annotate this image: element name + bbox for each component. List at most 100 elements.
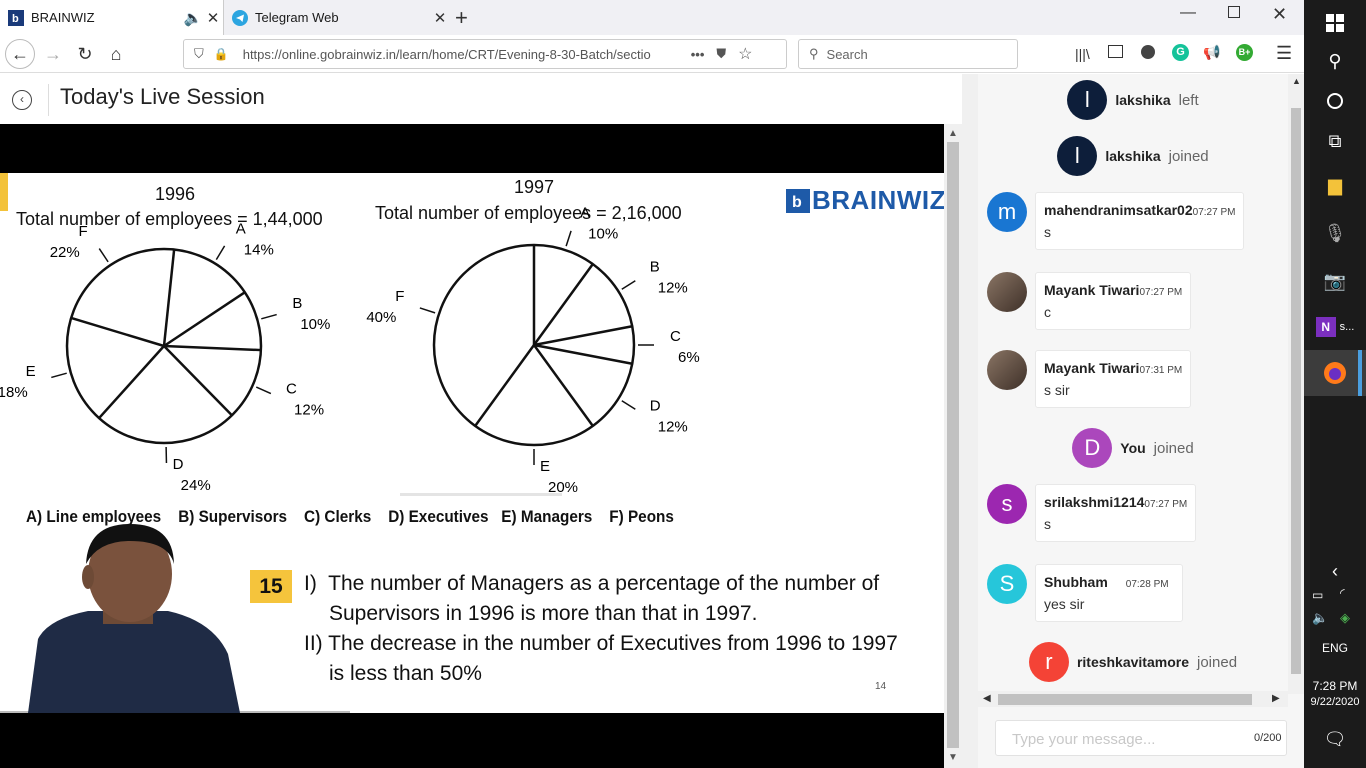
pie-1996-label-E: E [26,363,36,380]
onenote-taskbar-button[interactable]: N s... [1304,304,1366,350]
chat-scroll-right-icon[interactable]: ▶ [1272,693,1280,704]
chat-system-entry: D You joined [978,428,1288,468]
chat-panel: l lakshika left l lakshika joined m mahendranim… [978,74,1304,768]
statement-1-cont: Supervisors in 1996 is more than that in… [329,602,758,625]
sidebar-icon[interactable] [1108,45,1123,58]
chat-message-bubble: Shubham 07:28 PM yes sir [1035,564,1183,622]
close-tab-icon[interactable]: ✕ [203,9,223,27]
speaker-icon[interactable]: 🔈 [183,9,203,27]
bookmark-star-icon[interactable]: ☆ [738,44,752,64]
brainwiz-favicon-icon: b [8,9,24,26]
avatar: s [987,484,1027,524]
pie-1996-leader-F [98,248,109,263]
chat-scroll-thumb[interactable] [1291,108,1301,674]
lock-icon[interactable]: 🔒 [214,47,229,61]
presenter-figure [28,524,240,713]
network-icon[interactable]: ◈ [1340,610,1350,626]
back-circle-icon[interactable]: ‹ [12,90,32,110]
pie-1996-label-C: C [286,381,297,398]
video-player[interactable]: b BRAINWIZ 1996 Total number of employee… [0,124,944,768]
pie-1997-value-F: 40% [366,309,396,326]
onenote-icon: N [1315,317,1336,337]
pie-1997-value-D: 12% [658,419,688,436]
language-indicator[interactable]: ENG [1304,641,1366,655]
chat-divider [962,74,978,768]
clock-date[interactable]: 9/22/2020 [1304,696,1366,708]
question-number: 15 [250,570,292,603]
file-explorer-icon[interactable]: ▆ [1304,162,1366,208]
chat-scroll-up-icon[interactable]: ▲ [1292,76,1301,86]
account-icon[interactable] [1141,45,1155,59]
chat-message-bubble: Mayank Tiwari 07:27 PM c [1035,272,1192,330]
chat-user-name: You [1120,440,1146,456]
chat-scroll-left-icon[interactable]: ◀ [983,693,991,704]
chat-scrollbar[interactable]: ▲ [1288,74,1304,694]
task-view-icon[interactable]: ⧉ [1304,118,1366,164]
minimize-icon[interactable]: — [1180,4,1196,22]
megaphone-icon[interactable]: 📢 [1203,44,1220,61]
library-icon[interactable]: |||\ [1075,46,1090,62]
chat-system-entry: r riteshkavitamore joined [978,642,1288,682]
chat-message-author: mahendranimsatkar02 [1044,202,1193,218]
app-icon[interactable]: 🎙 [1304,210,1366,256]
clock-time[interactable]: 7:28 PM [1304,679,1366,693]
notifications-icon[interactable]: 🗨 [1304,716,1366,762]
chat-input-placeholder: Type your message... [1012,731,1156,748]
chat-hscrollbar[interactable]: ◀ ▶ [978,691,1288,707]
pie-1997-value-A: 10% [588,225,618,242]
chat-input[interactable]: Type your message... 0/200 [995,720,1287,756]
chat-message-author: Mayank Tiwari [1044,282,1140,298]
pie-1997-label-F: F [395,288,404,305]
restore-icon[interactable] [1228,6,1240,18]
close-tab-icon[interactable]: ✕ [430,9,450,27]
more-icon[interactable]: ••• [691,47,705,62]
pie-1996-value-C: 12% [294,402,324,419]
scroll-thumb[interactable] [947,142,959,748]
chat-user-name: lakshika [1105,148,1161,164]
extension-b-icon[interactable]: B+ [1236,44,1253,61]
avatar: D [1072,428,1113,468]
menu-icon[interactable]: ☰ [1276,43,1292,64]
chat-message: Mayank Tiwari 07:27 PM c [987,272,1192,330]
tab-label: Telegram Web [255,10,339,25]
page-title: Today's Live Session [60,84,265,109]
wifi-icon[interactable]: ◜ [1340,586,1345,600]
pie-1996-leader-C [255,386,272,395]
firefox-taskbar-button[interactable] [1304,350,1366,396]
chat-system-entry: l lakshika left [978,80,1288,120]
tab-brainwiz[interactable]: b BRAINWIZ 🔈 ✕ [0,0,224,35]
statement-1: I) The number of Managers as a percentag… [304,572,880,595]
firefox-icon [1324,362,1346,384]
grammarly-icon[interactable]: G [1172,44,1189,61]
pie-1996-label-F: F [79,223,88,240]
forward-icon[interactable]: → [38,39,68,69]
reload-icon[interactable]: ↻ [70,39,100,69]
shield-icon[interactable]: ⛉ [194,46,204,62]
chat-message-header: Shubham 07:28 PM [1044,574,1174,590]
close-window-icon[interactable]: ✕ [1272,4,1287,25]
chat-message-author: srilakshmi1214 [1044,494,1145,510]
scroll-up-icon[interactable]: ▲ [948,128,958,139]
page-scrollbar[interactable]: ▲ ▼ [944,124,962,768]
tab-telegram[interactable]: Telegram Web ✕ [224,0,450,35]
search-input[interactable]: ⚲ Search [798,39,1018,69]
chat-message-bubble: mahendranimsatkar02 07:27 PM s [1035,192,1245,250]
battery-icon[interactable]: ▭ [1312,588,1323,602]
chat-hscroll-thumb[interactable] [998,694,1252,705]
chat-message-time: 07:28 PM [1125,579,1169,590]
chat-message-header: Mayank Tiwari 07:27 PM [1044,282,1182,298]
back-icon[interactable]: ← [5,39,35,69]
volume-icon[interactable]: 🔈 [1312,610,1328,626]
scroll-down-icon[interactable]: ▼ [948,752,958,763]
char-count: 0/200 [1254,732,1282,744]
avatar-photo-icon [987,272,1027,312]
pocket-icon[interactable]: ⛊ [716,46,726,62]
chat-message-header: Mayank Tiwari 07:31 PM [1044,360,1182,376]
pie-1997-label-B: B [650,258,660,275]
chat-message-time: 07:27 PM [1144,499,1188,510]
url-bar[interactable]: ⛉ 🔒 https://online.gobrainwiz.in/learn/h… [183,39,787,69]
camera-icon[interactable]: 📷 [1304,258,1366,304]
tab-bar: b BRAINWIZ 🔈 ✕ Telegram Web ✕ + — ✕ [0,0,1304,35]
home-icon[interactable]: ⌂ [101,39,131,69]
new-tab-icon[interactable]: + [455,5,468,31]
